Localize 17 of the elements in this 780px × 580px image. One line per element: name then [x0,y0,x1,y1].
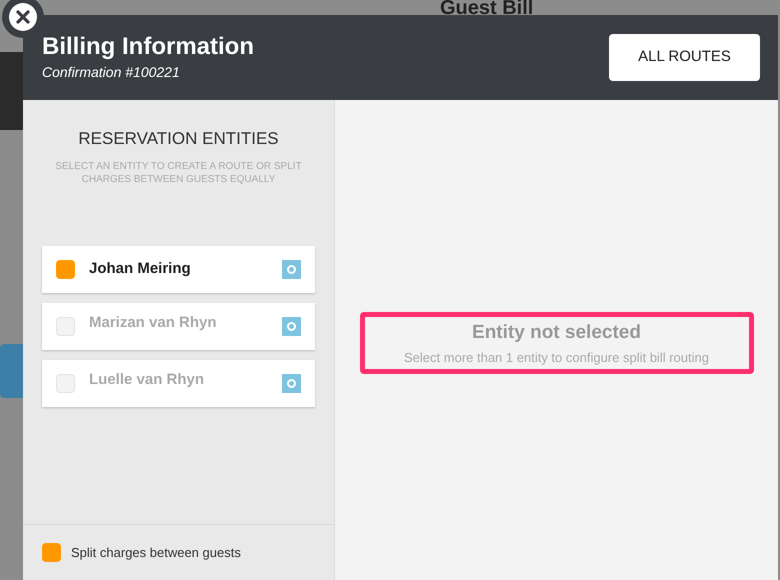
entity-name: Johan Meiring [89,258,192,279]
empty-state-title: Entity not selected [472,321,641,345]
panel-heading: RESERVATION ENTITIES [78,128,279,150]
entity-checkbox[interactable] [56,260,75,278]
panel-hint: SELECT AN ENTITY TO CREATE A ROUTE OR SPLIT CHARGES BETWEEN GUESTS EQUALLY [54,160,303,186]
confirmation-number: Confirmation #100221 [42,63,181,82]
entity-checkbox[interactable] [56,374,75,392]
entity-name: Luelle van Rhyn [89,370,206,390]
dialog-title: Billing Information [42,32,254,62]
entity-row[interactable]: Johan Meiring [42,246,315,292]
split-label: Split charges between guests [71,544,241,562]
split-checkbox[interactable] [42,543,61,562]
close-icon [16,10,30,24]
all-routes-button[interactable]: ALL ROUTES [609,34,760,81]
entity-checkbox[interactable] [56,316,75,336]
empty-state-message: Select more than 1 entity to configure split bill routing [404,348,709,367]
entity-name: Marizan van Rhyn [89,312,218,332]
